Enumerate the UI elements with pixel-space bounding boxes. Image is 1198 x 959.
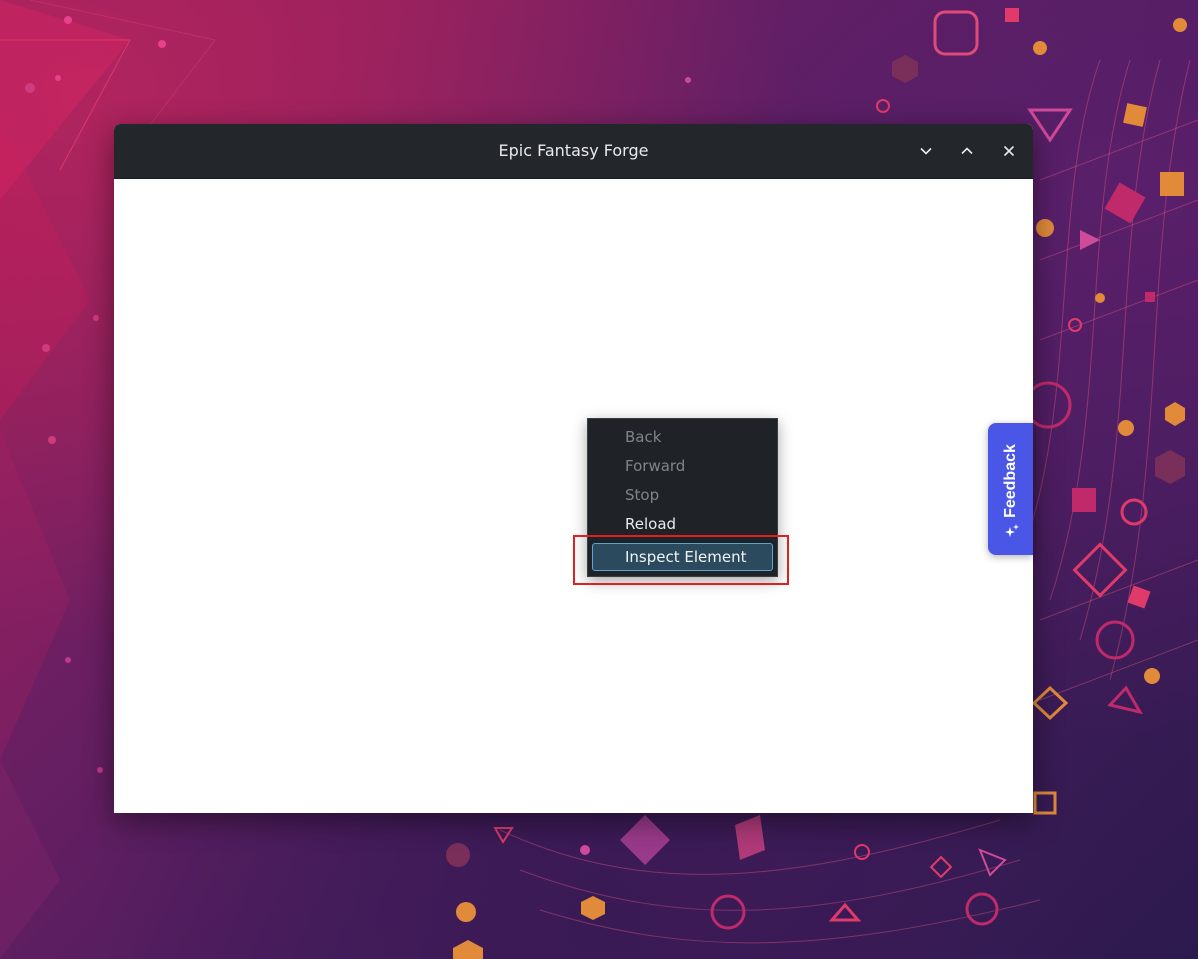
minimize-button[interactable] <box>912 137 940 165</box>
minimize-icon <box>920 147 932 155</box>
menu-item-inspect-element[interactable]: Inspect Element <box>592 543 773 571</box>
sparkle-icon <box>1005 524 1019 537</box>
maximize-button[interactable] <box>953 137 981 165</box>
app-window: Epic Fantasy Forge <box>114 124 1033 813</box>
menu-item-back[interactable]: Back <box>588 423 777 452</box>
feedback-button[interactable]: Feedback <box>988 423 1033 555</box>
context-menu: Back Forward Stop Reload Inspect Element <box>587 418 778 577</box>
desktop: Epic Fantasy Forge Back Forward Stop Rel… <box>0 0 1198 959</box>
maximize-icon <box>961 147 973 155</box>
titlebar[interactable]: Epic Fantasy Forge <box>114 124 1033 179</box>
menu-item-reload[interactable]: Reload <box>588 510 777 539</box>
window-title: Epic Fantasy Forge <box>498 141 649 160</box>
close-icon <box>1003 145 1015 157</box>
feedback-label: Feedback <box>1001 444 1019 518</box>
web-content-area[interactable] <box>114 179 1033 813</box>
menu-item-forward[interactable]: Forward <box>588 452 777 481</box>
menu-item-stop[interactable]: Stop <box>588 481 777 510</box>
close-button[interactable] <box>995 137 1023 165</box>
